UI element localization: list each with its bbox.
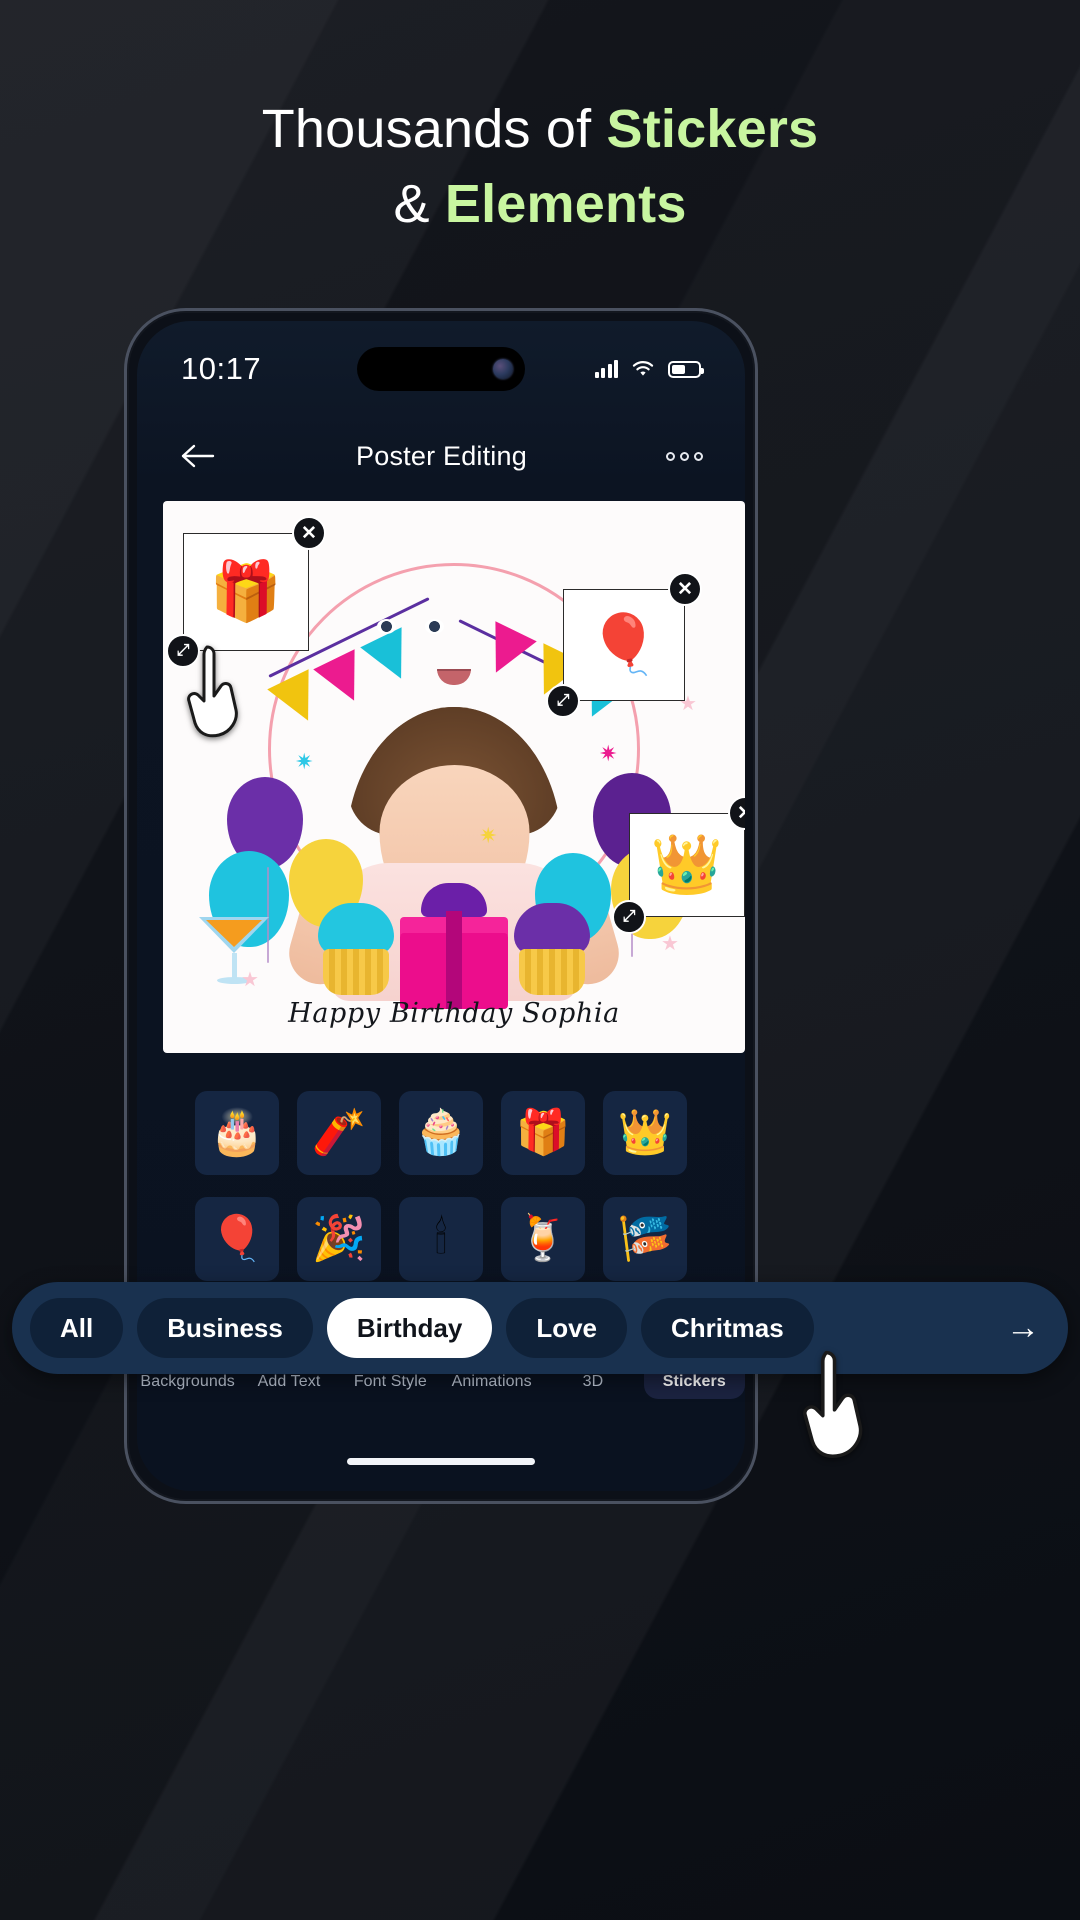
home-indicator: [347, 1458, 535, 1465]
sticker-cell[interactable]: 🕯: [399, 1197, 483, 1281]
decor-sparkle-1: ✷: [295, 749, 314, 774]
poster-canvas[interactable]: ★ ★ ★ ★ ✷ ✷ ✷ Happy Birthday Sophia 🎁 ✕ …: [163, 501, 745, 1053]
crown-icon: 👑: [629, 813, 745, 917]
sticker-cell[interactable]: 🎂: [195, 1091, 279, 1175]
sticker-grid-row-1: 🎂 🧨 🧁 🎁 👑: [137, 1091, 745, 1175]
back-arrow-icon[interactable]: [179, 443, 217, 469]
nav-label: 3D: [582, 1373, 604, 1390]
dynamic-island: [357, 347, 525, 391]
hand-cursor-sticker: [185, 643, 249, 739]
bunting-flags-icon: 🎏: [617, 1214, 673, 1263]
sticker-cell[interactable]: 🎉: [297, 1197, 381, 1281]
sticker-cell[interactable]: 🎏: [603, 1197, 687, 1281]
promo-headline: Thousands of Stickers & Elements: [0, 98, 1080, 235]
nav-label: Font Style: [353, 1373, 427, 1390]
decor-sparkle-3: ✷: [479, 823, 498, 848]
status-bar-time: 10:17: [181, 351, 262, 386]
gift-box-icon: 🎁: [515, 1108, 571, 1157]
poster-caption[interactable]: Happy Birthday Sophia: [163, 998, 745, 1029]
tab-birthday[interactable]: Birthday: [326, 1298, 493, 1358]
headline-line2-plain: &: [393, 173, 445, 234]
sticker-cell[interactable]: 🎁: [501, 1091, 585, 1175]
delete-sticker-button[interactable]: ✕: [292, 516, 326, 550]
promo-screenshot-root: Thousands of Stickers & Elements 10:17 P…: [0, 0, 1080, 1920]
decor-cupcake-left: [313, 903, 399, 995]
resize-sticker-handle[interactable]: ⤢: [546, 684, 580, 718]
resize-sticker-handle[interactable]: ⤢: [612, 900, 646, 934]
decor-sparkle-2: ✷: [599, 741, 618, 766]
sticker-cell[interactable]: 🧁: [399, 1091, 483, 1175]
nav-label: Stickers: [662, 1373, 726, 1390]
decor-star-3: ★: [241, 969, 259, 991]
tab-business[interactable]: Business: [137, 1298, 313, 1358]
sticker-cell[interactable]: 🎈: [195, 1197, 279, 1281]
headline-line2-bold: Elements: [444, 173, 687, 234]
tabs-next-arrow-icon[interactable]: →: [1006, 1309, 1040, 1348]
gift-icon: 🎁: [183, 533, 309, 651]
sticker-cell[interactable]: 🍹: [501, 1197, 585, 1281]
placed-sticker-balloons[interactable]: 🎈 ✕ ⤢: [546, 572, 702, 718]
more-options-icon[interactable]: [666, 451, 703, 461]
balloons-icon: 🎈: [563, 589, 685, 701]
delete-sticker-button[interactable]: ✕: [668, 572, 702, 606]
decor-eye-right: [425, 619, 444, 634]
tab-love[interactable]: Love: [506, 1298, 627, 1358]
category-tab-bar: All Business Birthday Love Chritmas →: [12, 1282, 1068, 1374]
cellular-signal-icon: [594, 360, 618, 378]
headline-line1-plain: Thousands of: [261, 99, 607, 159]
placed-sticker-gift[interactable]: 🎁 ✕ ⤢: [166, 516, 326, 668]
sticker-cell[interactable]: 🧨: [297, 1091, 381, 1175]
hand-cursor-tabs: [800, 1348, 876, 1460]
tab-all[interactable]: All: [30, 1298, 124, 1358]
party-hat-icon: 🎉: [311, 1214, 367, 1263]
crown-icon: 👑: [617, 1108, 673, 1157]
decor-cupcake-right: [509, 903, 595, 995]
nav-label: Add Text: [257, 1373, 321, 1390]
cocktail-icon: 🍹: [515, 1214, 571, 1263]
placed-sticker-crown[interactable]: 👑 ✕ ⤢: [612, 796, 745, 934]
firework-rocket-icon: 🧨: [311, 1108, 367, 1157]
headline-line1-bold: Stickers: [606, 99, 819, 159]
nav-label: Animations: [451, 1373, 532, 1390]
cupcake-icon: 🧁: [413, 1108, 469, 1157]
sticker-grid-row-2: 🎈 🎉 🕯 🍹 🎏: [137, 1197, 745, 1281]
wifi-icon: [631, 360, 655, 378]
nav-label: Backgrounds: [140, 1373, 235, 1390]
birthday-cake-icon: 🎂: [209, 1108, 265, 1157]
candle-icon: 🕯: [434, 1214, 448, 1263]
decor-star-4: ★: [661, 933, 679, 955]
page-title: Poster Editing: [356, 440, 527, 471]
battery-icon: [668, 360, 704, 378]
decor-eye-left: [377, 619, 396, 634]
status-bar: 10:17: [137, 321, 745, 417]
tab-chritmas[interactable]: Chritmas: [641, 1298, 814, 1358]
decor-gift-center: [400, 883, 508, 1009]
front-camera-icon: [493, 359, 513, 379]
app-header: Poster Editing: [137, 417, 745, 495]
balloons-icon: 🎈: [209, 1214, 265, 1263]
status-bar-icons: [594, 360, 704, 378]
sticker-cell[interactable]: 👑: [603, 1091, 687, 1175]
